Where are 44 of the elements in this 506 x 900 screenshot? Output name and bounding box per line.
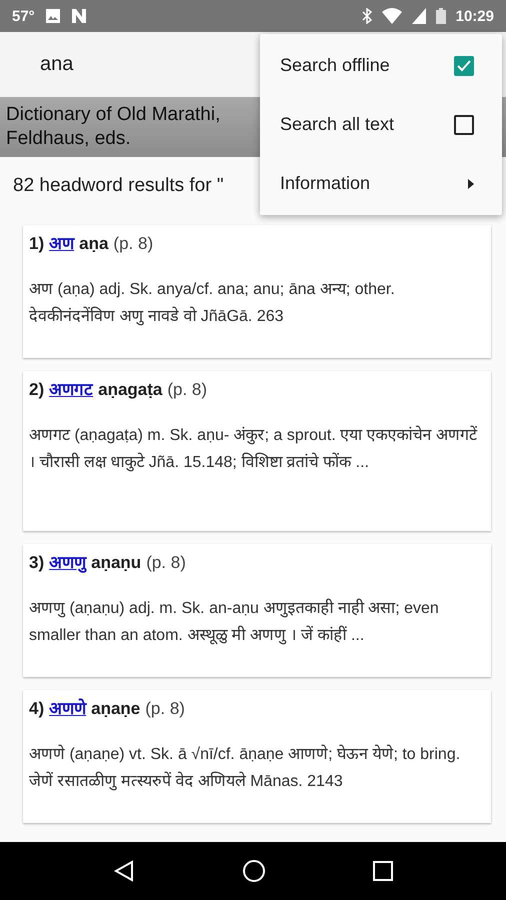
wifi-icon xyxy=(382,8,402,24)
headword-link[interactable]: अण xyxy=(49,231,74,254)
page-reference: (p. 8) xyxy=(146,553,186,573)
page-reference: (p. 8) xyxy=(113,234,154,254)
bluetooth-icon xyxy=(362,8,372,24)
headword-link[interactable]: अणगट xyxy=(49,377,94,400)
battery-icon xyxy=(436,8,446,24)
dictionary-title: Feldhaus, eds. xyxy=(6,127,131,151)
dictionary-title: Dictionary of Old Marathi, xyxy=(6,103,220,127)
notification-icon xyxy=(70,8,87,24)
page-reference: (p. 8) xyxy=(145,699,185,719)
definition: अणणे (aṇaṇe) vt. Sk. ā √nī/cf. āṇaṇe आणणे; घेऊन येणे; to bring. जेणें रसातळीणु मत्स्यरुपें वेद अणियले Mānas. 2143 xyxy=(29,744,462,792)
submenu-arrow-icon xyxy=(468,178,474,188)
menu-item[interactable]: Information xyxy=(260,154,502,213)
result-number: 1) xyxy=(29,234,44,254)
headword-link[interactable]: अणणु xyxy=(49,550,86,573)
transliteration: aṇagaṭa xyxy=(98,380,162,400)
definition: अण (aṇa) adj. Sk. anya/cf. ana; anu; āna अन्य; other. देवकीनंदनेंविण अणु नावडे वो JñāGā. 263 xyxy=(29,280,396,328)
image-icon xyxy=(44,8,61,24)
menu-label: Information xyxy=(280,173,370,194)
menu-item[interactable]: Search all text xyxy=(260,95,502,154)
signal-icon xyxy=(412,8,426,24)
home-icon[interactable] xyxy=(242,859,266,883)
transliteration: aṇa xyxy=(79,234,108,254)
headword-link[interactable]: अणणे xyxy=(49,696,86,719)
clock: 10:29 xyxy=(456,8,494,24)
recents-icon[interactable] xyxy=(372,861,393,881)
definition: अणणु (aṇaṇu) adj. m. Sk. an-aṇu अणुइतकाही नाही असा; even smaller than an atom. अस्थूळु मी अणणु । जें कांहीं ... xyxy=(29,598,440,646)
menu-label: Search all text xyxy=(280,114,394,135)
transliteration: aṇaṇe xyxy=(91,699,140,719)
results-count: 82 headword results for " xyxy=(13,175,224,197)
result-number: 4) xyxy=(29,699,44,719)
temperature: 57° xyxy=(12,8,35,24)
menu-label: Search offline xyxy=(280,55,390,76)
search-field[interactable]: ana xyxy=(40,53,240,76)
transliteration: aṇaṇu xyxy=(91,553,142,573)
checkbox[interactable] xyxy=(454,56,474,76)
checkbox[interactable] xyxy=(454,114,474,134)
page-reference: (p. 8) xyxy=(167,380,208,400)
menu-item[interactable]: Search offline xyxy=(260,36,502,95)
back-icon[interactable] xyxy=(113,860,136,882)
result-number: 2) xyxy=(29,380,44,400)
result-number: 3) xyxy=(29,553,44,573)
definition: अणगट (aṇagaṭa) m. Sk. aṇu- अंकुर; a sprout. एया एकएकांचेन अणगटें । चौरासी लक्ष धाकुटे Jñā. 15.148; विशिष्टा व्रतांचे फोंक ... xyxy=(29,424,478,474)
